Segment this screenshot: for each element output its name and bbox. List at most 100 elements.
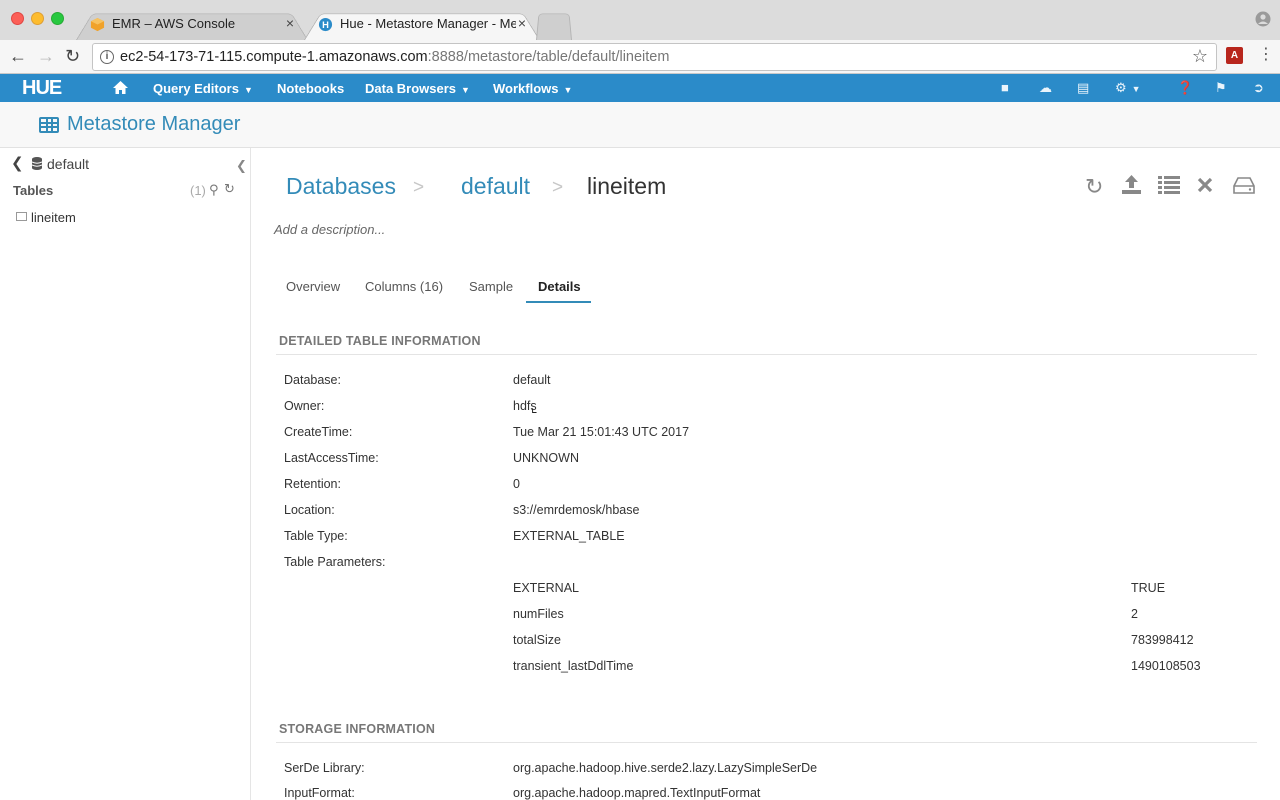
breadcrumb-table: lineitem	[587, 173, 667, 199]
cloud-icon[interactable]: ☁	[1039, 80, 1052, 96]
current-database[interactable]: default	[47, 156, 89, 172]
detail-label: Database:	[284, 373, 341, 387]
section-title: DETAILED TABLE INFORMATION	[279, 334, 481, 348]
param-key: EXTERNAL	[513, 581, 579, 595]
tab-close-icon[interactable]: ×	[286, 15, 294, 31]
profile-icon[interactable]	[1255, 11, 1271, 27]
home-icon[interactable]	[112, 80, 129, 95]
database-icon	[32, 157, 42, 170]
new-tab-button[interactable]	[536, 9, 572, 40]
tables-heading: Tables	[13, 183, 54, 198]
browser-toolbar: ← → ↻ i ec2-54-173-71-115.compute-1.amaz…	[0, 40, 1280, 74]
hue-favicon-icon: H	[318, 17, 333, 32]
param-key: numFiles	[513, 607, 564, 621]
detail-label: InputFormat:	[284, 786, 355, 800]
detail-value: 0	[513, 477, 520, 491]
document-icon[interactable]: ■	[1001, 80, 1009, 95]
back-arrow-icon[interactable]: ←	[9, 45, 27, 67]
close-icon[interactable]	[1197, 177, 1213, 193]
app-header: Metastore Manager	[0, 102, 1280, 148]
detail-label: Retention:	[284, 477, 341, 491]
chevron-down-icon: ▼	[563, 85, 573, 95]
storage-drive-icon[interactable]	[1233, 177, 1255, 194]
page-title: Metastore Manager	[67, 113, 241, 135]
detail-label: Owner:	[284, 399, 325, 413]
tab-sample[interactable]: Sample	[469, 279, 513, 294]
nav-workflows[interactable]: Workflows ▼	[493, 81, 572, 96]
nav-notebooks[interactable]: Notebooks	[277, 81, 344, 96]
hue-navbar: HUE Query Editors ▼ Notebooks Data Browse…	[0, 74, 1280, 102]
tab-overview[interactable]: Overview	[286, 279, 340, 294]
svg-text:H: H	[322, 20, 329, 30]
window-close-button[interactable]	[11, 12, 24, 25]
reload-icon[interactable]: ↻	[65, 45, 80, 67]
browser-tab-bar: EMR – AWS Console × H Hue - Metastore Ma…	[0, 0, 1280, 40]
detail-label: CreateTime:	[284, 425, 353, 439]
tables-count: (1)	[190, 183, 206, 198]
window-minimize-button[interactable]	[31, 12, 44, 25]
address-url: ec2-54-173-71-115.compute-1.amazonaws.co…	[120, 49, 670, 65]
param-value: TRUE	[1131, 581, 1166, 595]
browser-menu-icon[interactable]: ⋮	[1258, 45, 1274, 65]
nav-query-editors[interactable]: Query Editors ▼	[153, 81, 253, 96]
table-grid-icon	[39, 117, 59, 133]
text-cursor-icon: ⌞	[531, 399, 538, 415]
hue-logo[interactable]: HUE	[22, 77, 62, 100]
window-zoom-button[interactable]	[51, 12, 64, 25]
param-key: transient_lastDdlTime	[513, 659, 634, 673]
site-info-icon[interactable]: i	[100, 50, 114, 64]
param-key: totalSize	[513, 633, 561, 647]
browser-tab-label: EMR – AWS Console	[112, 16, 236, 31]
nav-data-browsers[interactable]: Data Browsers ▼	[365, 81, 470, 96]
param-value: 1490108503	[1131, 659, 1201, 673]
detail-value: s3://emrdemosk/hbase	[513, 503, 640, 517]
breadcrumb-databases[interactable]: Databases	[286, 173, 396, 200]
active-tab-indicator	[526, 301, 591, 303]
aws-cube-icon	[90, 17, 105, 32]
detail-value: org.apache.hadoop.mapred.TextInputFormat	[513, 786, 761, 800]
detail-label: Location:	[284, 503, 335, 517]
refresh-icon[interactable]: ↻	[224, 181, 235, 197]
param-value: 2	[1131, 607, 1138, 621]
browser-tab-hue[interactable]: H Hue - Metastore Manager - Me ×	[304, 9, 540, 40]
detail-label: Table Type:	[284, 529, 348, 543]
detail-value: Tue Mar 21 15:01:43 UTC 2017	[513, 425, 690, 439]
table-icon	[16, 212, 27, 221]
section-divider	[276, 354, 1257, 355]
help-icon[interactable]: ❓	[1177, 80, 1193, 96]
breadcrumb-database[interactable]: default	[461, 173, 530, 200]
browser-tab-emr[interactable]: EMR – AWS Console ×	[76, 9, 308, 40]
gear-icon[interactable]: ⚙ ▼	[1115, 80, 1141, 96]
detail-value: EXTERNAL_TABLE	[513, 529, 625, 543]
detail-label: LastAccessTime:	[284, 451, 379, 465]
param-value: 783998412	[1131, 633, 1194, 647]
section-divider	[276, 742, 1257, 743]
search-icon[interactable]: ⚲	[209, 182, 219, 198]
breadcrumb-separator: >	[413, 177, 425, 198]
list-icon[interactable]	[1158, 176, 1180, 194]
tab-columns[interactable]: Columns (16)	[365, 279, 443, 294]
address-bar[interactable]: i ec2-54-173-71-115.compute-1.amazonaws.…	[92, 43, 1217, 71]
chevron-down-icon: ▼	[243, 85, 253, 95]
detail-label: SerDe Library:	[284, 761, 365, 775]
refresh-icon[interactable]: ↻	[1085, 174, 1103, 200]
pdf-extension-icon[interactable]: A	[1226, 47, 1243, 64]
section-title: STORAGE INFORMATION	[279, 722, 436, 736]
left-assist-panel: ❮ default ❮ Tables (1) ⚲ ↻ lineitem	[0, 148, 251, 800]
logout-icon[interactable]: ➲	[1253, 80, 1264, 96]
tab-details[interactable]: Details	[538, 279, 581, 294]
collapse-panel-icon[interactable]: ❮	[236, 158, 247, 174]
tab-close-icon[interactable]: ×	[518, 15, 526, 31]
flag-icon[interactable]: ⚑	[1215, 80, 1227, 96]
forward-arrow-icon[interactable]: →	[37, 45, 55, 67]
upload-icon[interactable]	[1121, 174, 1142, 195]
detail-value: UNKNOWN	[513, 451, 579, 465]
table-icon[interactable]: ▤	[1077, 80, 1089, 96]
bookmark-star-icon[interactable]: ☆	[1192, 46, 1208, 67]
detail-value: org.apache.hadoop.hive.serde2.lazy.LazyS…	[513, 761, 818, 775]
description-field[interactable]: Add a description...	[274, 222, 385, 237]
detail-label: Table Parameters:	[284, 555, 386, 569]
browser-tab-label: Hue - Metastore Manager - Me	[340, 16, 516, 31]
table-list-item[interactable]: lineitem	[31, 210, 76, 225]
back-chevron-icon[interactable]: ❮	[11, 154, 24, 172]
